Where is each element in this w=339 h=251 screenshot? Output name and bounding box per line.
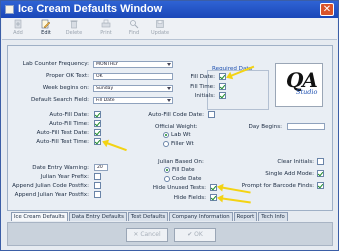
cancel-label: Cancel [140, 231, 161, 238]
add-button[interactable]: Add [6, 19, 30, 39]
auto-fill-time-checkbox[interactable] [94, 120, 101, 127]
find-label: Find [128, 30, 140, 36]
auto-fill-code-date-checkbox[interactable] [208, 111, 215, 118]
date-entry-warning-input[interactable]: 20 [94, 164, 108, 171]
date-entry-warning-label: Date Entry Warning: [32, 165, 89, 171]
delete-icon [70, 20, 78, 29]
tab-test-defaults[interactable]: Test Defaults [127, 212, 169, 221]
close-button[interactable]: ✕ [320, 3, 334, 16]
tab-ice-cream-defaults[interactable]: Ice Cream Defaults [11, 212, 68, 221]
auto-fill-test-date-label: Auto-Fill Test Date: [36, 130, 89, 136]
edit-icon [41, 19, 51, 29]
add-label: Add [13, 30, 23, 36]
cancel-icon: ✕ [133, 231, 139, 238]
official-weight-label: Official Weight: [155, 124, 198, 130]
annotation-arrow-hide-fields [218, 197, 251, 204]
add-icon [14, 19, 22, 29]
print-icon [101, 19, 111, 28]
lab-counter-frequency-label: Lab Counter Frequency: [22, 61, 89, 67]
toolbar: Add Edit Delete Print Find Update [2, 18, 337, 40]
append-julian-year-postfix-label: Append Julian Year Postfix: [14, 192, 89, 198]
julian-code-date-radio[interactable] [164, 176, 170, 182]
auto-fill-test-date-checkbox[interactable] [94, 129, 101, 136]
auto-fill-test-time-label: Auto-Fill Test Time: [36, 139, 89, 145]
cancel-button[interactable]: ✕ Cancel [126, 228, 168, 242]
prompt-for-barcode-finds-checkbox[interactable] [317, 182, 324, 189]
single-add-mode-label: Single Add Mode: [265, 171, 314, 177]
update-icon [156, 20, 164, 28]
week-begins-on-label: Week begins on: [42, 85, 89, 91]
append-julian-code-postfix-checkbox[interactable] [94, 182, 101, 189]
find-button[interactable]: Find [122, 19, 146, 39]
logo-studio-text: Studio [296, 88, 318, 96]
fill-date-label: Fill Date: [190, 74, 215, 80]
print-button[interactable]: Print [94, 19, 118, 39]
tab-company-information[interactable]: Company Information [169, 212, 233, 221]
lab-counter-frequency-select[interactable]: MONTHLY [93, 61, 173, 68]
julian-code-date-label: Code Date [172, 176, 202, 182]
close-icon: ✕ [322, 4, 332, 15]
window-title: Ice Cream Defaults Window [18, 3, 163, 15]
edit-button[interactable]: Edit [34, 19, 58, 39]
day-begins-label: Day Begins: [248, 124, 282, 130]
edit-label: Edit [41, 30, 51, 36]
julian-fill-date-label: Fill Date [172, 167, 195, 173]
ok-icon: ✔ [187, 231, 193, 238]
find-icon [130, 20, 139, 29]
append-julian-code-postfix-label: Append Julian Code Postfix: [12, 183, 89, 189]
official-weight-filler-wt-radio[interactable] [163, 141, 169, 147]
julian-year-prefix-label: Julian Year Prefix: [40, 174, 89, 180]
default-search-field-select[interactable]: Fill Date [93, 97, 173, 104]
single-add-mode-checkbox[interactable] [317, 170, 324, 177]
default-search-field-label: Default Search Field: [30, 97, 89, 103]
julian-fill-date-radio[interactable] [164, 167, 170, 173]
ok-label: OK [194, 231, 203, 238]
initials-label: Initials: [194, 93, 215, 99]
ice-cream-defaults-window: Ice Cream Defaults Window ✕ Add Edit Del… [0, 0, 339, 251]
defaults-panel: Lab Counter Frequency: MONTHLY Proper OK… [7, 45, 333, 211]
tab-report[interactable]: Report [233, 212, 258, 221]
required-initials-checkbox[interactable] [219, 92, 226, 99]
append-julian-year-postfix-checkbox[interactable] [94, 191, 101, 198]
julian-based-on-label: Julian Based On: [158, 159, 204, 165]
fill-time-label: Fill Time: [190, 84, 215, 90]
ok-button[interactable]: ✔ OK [174, 228, 216, 242]
official-weight-filler-wt-label: Filler Wt [171, 141, 194, 147]
tab-tech-info[interactable]: Tech Info [258, 212, 288, 221]
title-bar[interactable]: Ice Cream Defaults Window ✕ [1, 1, 338, 18]
proper-ok-text-input[interactable]: OK [93, 73, 173, 80]
delete-label: Delete [65, 30, 83, 36]
update-button[interactable]: Update [148, 19, 172, 39]
julian-year-prefix-checkbox[interactable] [94, 173, 101, 180]
footer-bar: ✕ Cancel ✔ OK [7, 222, 333, 246]
required-fill-time-checkbox[interactable] [219, 83, 226, 90]
update-label: Update [150, 30, 170, 36]
clear-initials-label: Clear Initials: [277, 159, 314, 165]
app-icon [5, 5, 14, 14]
required-data-group [207, 70, 269, 110]
week-begins-on-select[interactable]: Sunday [93, 85, 173, 92]
auto-fill-date-checkbox[interactable] [94, 111, 101, 118]
annotation-arrow-auto-fill-test-time [103, 141, 127, 152]
proper-ok-text-label: Proper OK Text: [46, 73, 89, 79]
tab-strip: Ice Cream Defaults Data Entry Defaults T… [11, 212, 289, 221]
print-label: Print [100, 30, 112, 36]
clear-initials-checkbox[interactable] [317, 158, 324, 165]
auto-fill-time-label: Auto-Fill Time: [49, 121, 89, 127]
tab-data-entry-defaults[interactable]: Data Entry Defaults [68, 212, 127, 221]
official-weight-lab-wt-radio[interactable] [163, 132, 169, 138]
day-begins-input[interactable] [287, 123, 325, 130]
qa-studio-logo: QA Studio [275, 63, 323, 107]
official-weight-lab-wt-label: Lab Wt [171, 132, 191, 138]
auto-fill-code-date-label: Auto-Fill Code Date: [148, 112, 204, 118]
auto-fill-date-label: Auto-Fill Date: [49, 112, 89, 118]
delete-button[interactable]: Delete [62, 19, 86, 39]
hide-unused-tests-label: Hide Unused Tests: [152, 185, 206, 191]
prompt-for-barcode-finds-label: Prompt for Barcode Finds: [241, 183, 314, 189]
hide-fields-label: Hide Fields: [173, 195, 206, 201]
